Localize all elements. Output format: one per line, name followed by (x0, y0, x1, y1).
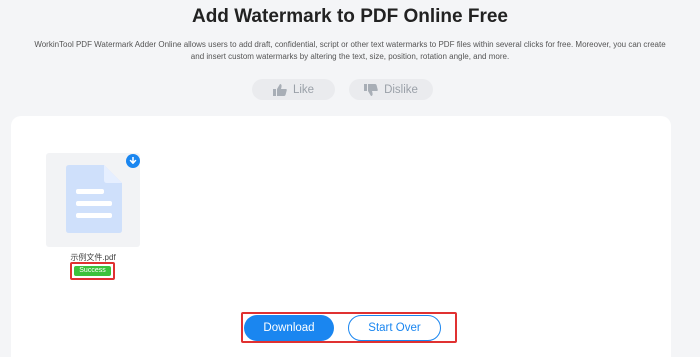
file-thumbnail[interactable] (46, 153, 140, 247)
like-button[interactable]: Like (252, 79, 335, 100)
arrow-down-icon (129, 157, 137, 164)
status-badge: Success (74, 266, 111, 276)
description-line-1: WorkinTool PDF Watermark Adder Online al… (34, 40, 666, 49)
thumbs-up-icon (272, 83, 287, 96)
like-label: Like (292, 83, 315, 96)
page-description: WorkinTool PDF Watermark Adder Online al… (0, 39, 700, 63)
dislike-button[interactable]: Dislike (349, 79, 433, 100)
download-icon[interactable] (126, 154, 140, 168)
start-over-button[interactable]: Start Over (348, 315, 441, 341)
thumbs-down-icon (364, 83, 378, 96)
document-icon (66, 165, 122, 233)
description-line-2: and insert custom watermarks by altering… (190, 52, 510, 61)
download-button[interactable]: Download (244, 315, 334, 341)
dislike-label: Dislike (384, 83, 418, 96)
page-title: Add Watermark to PDF Online Free (191, 6, 508, 27)
